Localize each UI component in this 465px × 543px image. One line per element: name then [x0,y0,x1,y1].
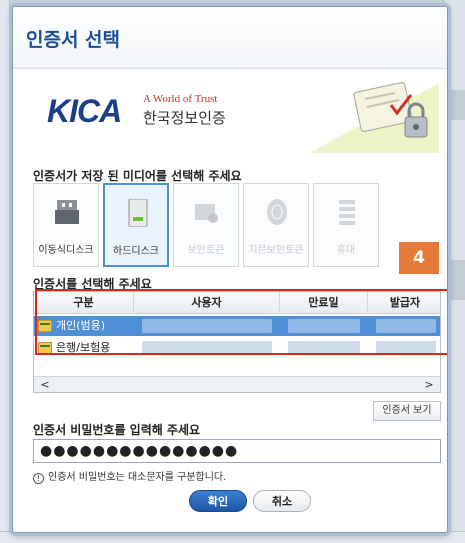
hard-disk-icon [128,199,148,227]
kica-logo: KICA A World of Trust 한국정보인증 [47,89,287,137]
media-label: 지문보안토큰 [248,245,304,256]
annotation-step-badge: 4 [399,242,439,274]
view-certificate-button[interactable]: 인증서 보기 [373,401,441,421]
media-label: 하드디스크 [113,246,159,257]
password-section-label: 인증서 비밀번호를 입력해 주세요 [33,423,201,437]
hint-text: 인증서 비밀번호는 대소문자를 구분합니다. [48,472,227,483]
certificate-select-dialog: 인증서 선택 KICA A World of Trust 한국정보인증 인증서가… [12,6,448,533]
certificate-lock-illustration-icon [309,82,439,153]
security-token-icon [195,204,218,223]
media-mobile[interactable]: 휴대 [313,183,379,267]
usb-drive-icon [55,200,79,224]
media-security-token[interactable]: 보안토큰 [173,183,239,267]
media-label: 휴대 [336,245,356,256]
media-hard-disk[interactable]: 하드디스크 [103,183,169,267]
media-selector: 이동식디스크 하드디스크 보안토큰 지문보안토큰 휴대 [33,183,441,267]
cancel-button[interactable]: 취소 [253,490,311,512]
fingerprint-token-icon [267,199,287,225]
logo-korean-name: 한국정보인증 [143,109,226,127]
media-fingerprint-token[interactable]: 지문보안토큰 [243,183,309,267]
media-section-label: 인증서가 저장 된 미디어를 선택해 주세요 [33,169,242,183]
dialog-title: 인증서 선택 [26,29,121,51]
media-label: 이동식디스크 [38,245,94,256]
title-bar: 인증서 선택 [13,7,447,69]
password-hint: ! 인증서 비밀번호는 대소문자를 구분합니다. [33,468,226,484]
mobile-icon [339,200,355,225]
scroll-right-button[interactable]: > [420,377,438,392]
media-label: 보안토큰 [187,245,225,256]
logo-tagline: A World of Trust [143,93,218,105]
logo-mark: KICA [47,93,122,129]
annotation-highlight-box [35,289,447,355]
ok-button[interactable]: 확인 [189,490,247,512]
horizontal-scrollbar[interactable]: < > [34,376,440,392]
password-input[interactable]: ●●●●●●●●●●●●●●● [33,439,441,463]
background-window-left [0,0,10,543]
info-icon: ! [33,473,44,484]
brand-banner: KICA A World of Trust 한국정보인증 [13,69,447,157]
scroll-left-button[interactable]: < [36,377,54,392]
media-usb-drive[interactable]: 이동식디스크 [33,183,99,267]
